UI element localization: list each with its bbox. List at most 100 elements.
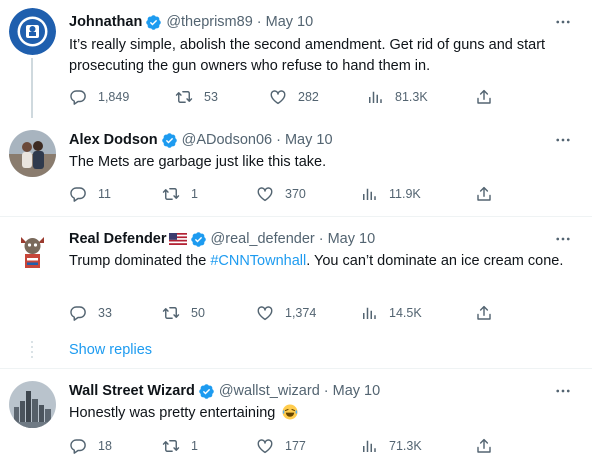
timestamp[interactable]: May 10 [266, 12, 314, 32]
tweet-3[interactable]: Real Defender @real_defender · May 10 Tr… [0, 217, 592, 367]
action-bar: 33 50 1,374 14.5K [69, 304, 569, 324]
action-bar: 1,849 53 282 81.3K [69, 88, 569, 108]
views-button[interactable]: 11.9K [360, 185, 421, 203]
tweet-text: The Mets are garbage just like this take… [69, 154, 327, 170]
laughing-emoji-icon [282, 404, 298, 420]
tweet-text: Honestly was pretty entertaining [69, 403, 569, 424]
reply-button[interactable]: 1,849 [69, 88, 129, 106]
reply-icon [69, 437, 87, 455]
timestamp[interactable]: May 10 [328, 229, 376, 249]
verified-badge-icon [161, 132, 178, 149]
display-name[interactable]: Johnathan [69, 12, 142, 32]
views-count: 11.9K [389, 187, 421, 201]
like-button[interactable]: 282 [269, 88, 319, 106]
tweet-header: Wall Street Wizard @wallst_wizard · May … [69, 381, 380, 401]
like-icon [256, 437, 274, 455]
couple-photo-avatar-icon [9, 130, 56, 177]
like-button[interactable]: 1,374 [256, 304, 316, 322]
separator: · [318, 231, 324, 247]
reply-count: 11 [98, 187, 111, 201]
retweet-button[interactable]: 50 [162, 304, 205, 322]
like-count: 1,374 [285, 306, 317, 320]
display-name[interactable]: Real Defender [69, 229, 167, 249]
tweet-4[interactable]: Wall Street Wizard @wallst_wizard · May … [0, 369, 592, 475]
reply-count: 33 [98, 306, 112, 320]
avatar[interactable] [9, 381, 56, 428]
mascot-avatar-icon [9, 229, 56, 276]
share-button[interactable] [475, 88, 504, 106]
thread-dots [31, 341, 33, 361]
views-count: 14.5K [389, 306, 422, 320]
retweet-count: 1 [191, 187, 198, 201]
tweet-1[interactable]: Johnathan @theprism89 · May 10 It’s real… [0, 0, 592, 118]
tweet-text: Trump dominated the #CNNTownhall. You ca… [69, 251, 569, 272]
prism-sports-logo-icon [9, 8, 56, 55]
tweet-text-end: . You can’t dominate an ice cream cone. [306, 253, 564, 269]
retweet-button[interactable]: 1 [162, 437, 198, 455]
reply-icon [69, 304, 87, 322]
more-icon[interactable] [554, 131, 572, 149]
share-icon [475, 437, 493, 455]
retweet-icon [175, 88, 193, 106]
reply-count: 1,849 [98, 90, 130, 104]
retweet-count: 1 [191, 439, 198, 453]
like-count: 282 [298, 90, 319, 104]
views-count: 71.3K [389, 439, 422, 453]
views-button[interactable]: 14.5K [360, 304, 422, 322]
handle[interactable]: @ADodson06 [182, 130, 273, 150]
avatar[interactable] [9, 130, 56, 177]
handle[interactable]: @theprism89 [166, 12, 252, 32]
retweet-count: 53 [204, 90, 218, 104]
like-button[interactable]: 177 [256, 437, 306, 455]
tweet-text-content: Honestly was pretty entertaining [69, 405, 276, 421]
timestamp[interactable]: May 10 [285, 130, 333, 150]
more-icon[interactable] [554, 382, 572, 400]
more-icon[interactable] [554, 230, 572, 248]
like-count: 177 [285, 439, 306, 453]
reply-button[interactable]: 18 [69, 437, 112, 455]
avatar[interactable] [9, 229, 56, 276]
avatar[interactable] [9, 8, 56, 55]
retweet-button[interactable]: 53 [175, 88, 218, 106]
views-button[interactable]: 71.3K [360, 437, 422, 455]
retweet-button[interactable]: 1 [162, 185, 198, 203]
tweet-text-start: Trump dominated the [69, 253, 211, 269]
reply-button[interactable]: 11 [69, 185, 111, 203]
thread-line [31, 58, 33, 118]
tweet-header: Alex Dodson @ADodson06 · May 10 [69, 130, 333, 150]
verified-badge-icon [198, 383, 215, 400]
tweet-header: Real Defender @real_defender · May 10 [69, 229, 375, 249]
display-name[interactable]: Alex Dodson [69, 130, 158, 150]
retweet-icon [162, 304, 180, 322]
views-icon [366, 88, 384, 106]
like-icon [256, 185, 274, 203]
handle[interactable]: @wallst_wizard [219, 381, 320, 401]
tweet-text: It’s really simple, abolish the second a… [69, 37, 546, 74]
retweet-icon [162, 185, 180, 203]
reply-icon [69, 185, 87, 203]
action-bar: 11 1 370 11.9K [69, 185, 569, 205]
like-count: 370 [285, 187, 306, 201]
hashtag-link[interactable]: #CNNTownhall [210, 253, 306, 269]
tweet-2[interactable]: Alex Dodson @ADodson06 · May 10 The Mets… [0, 118, 592, 216]
share-button[interactable] [475, 185, 504, 203]
display-name[interactable]: Wall Street Wizard [69, 381, 195, 401]
handle[interactable]: @real_defender [211, 229, 315, 249]
us-flag-icon [168, 233, 187, 245]
share-button[interactable] [475, 437, 504, 455]
reply-button[interactable]: 33 [69, 304, 112, 322]
separator: · [276, 132, 281, 148]
share-button[interactable] [475, 304, 504, 322]
share-icon [475, 185, 493, 203]
show-replies-link[interactable]: Show replies [69, 342, 152, 358]
views-button[interactable]: 81.3K [366, 88, 428, 106]
more-icon[interactable] [554, 13, 572, 31]
verified-badge-icon [190, 231, 207, 248]
verified-badge-icon [145, 14, 162, 31]
retweet-icon [162, 437, 180, 455]
like-button[interactable]: 370 [256, 185, 306, 203]
share-icon [475, 304, 493, 322]
timestamp[interactable]: May 10 [333, 381, 381, 401]
like-icon [269, 88, 287, 106]
separator: · [323, 383, 329, 399]
